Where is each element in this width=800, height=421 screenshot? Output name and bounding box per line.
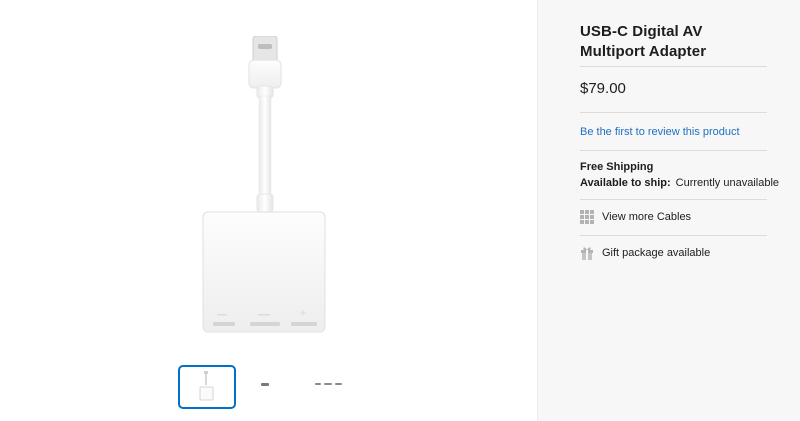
gift-package-label: Gift package available (602, 247, 711, 259)
divider (580, 199, 767, 200)
thumbnail-connector-view[interactable] (240, 365, 298, 409)
product-title: USB-C Digital AV Multiport Adapter (580, 22, 780, 62)
product-title-line1: USB-C Digital AV (580, 23, 703, 40)
view-more-cables-label: View more Cables (602, 211, 692, 223)
thumbnail-front-view[interactable] (178, 365, 236, 409)
grid-icon (580, 210, 594, 224)
shipping-title: Free Shipping (580, 161, 654, 173)
product-gallery (0, 0, 537, 421)
availability-label: Available to ship: (580, 177, 671, 189)
gift-icon (580, 246, 594, 260)
thumbnail-ports-view[interactable] (302, 365, 360, 409)
availability-value: Currently unavailable (675, 177, 780, 189)
divider (580, 150, 767, 151)
product-image (202, 36, 326, 333)
availability-row: Available to ship: Currently unavailable (580, 177, 779, 189)
divider (580, 66, 767, 67)
divider (580, 235, 767, 236)
write-review-link[interactable]: Be the first to review this product (580, 126, 740, 138)
product-title-line2: Multiport Adapter (580, 43, 707, 60)
gift-package-link[interactable]: Gift package available (580, 246, 710, 260)
view-more-cables-link[interactable]: View more Cables (580, 210, 691, 224)
divider (580, 112, 767, 113)
product-price: $79.00 (580, 80, 626, 97)
